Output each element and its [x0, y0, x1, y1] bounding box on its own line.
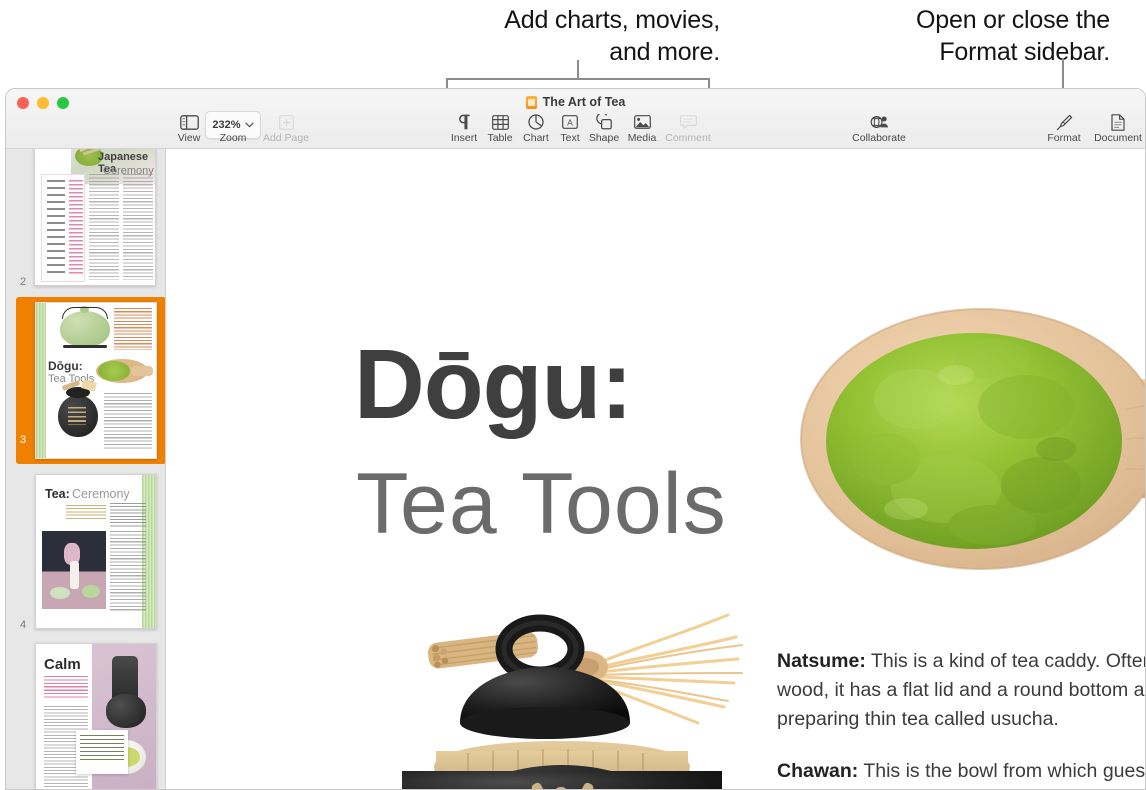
- speech-bubble-icon: [660, 111, 716, 133]
- callout-format-sidebar-line1: Open or close the: [916, 6, 1110, 34]
- toolbar-add-page-label: Add Page: [262, 132, 310, 144]
- pages-app-window: The Art of Tea View 232% Zoom Add Page I…: [5, 88, 1146, 790]
- zoom-value-pill: 232%: [205, 111, 261, 139]
- thumbnail-5-title: Calm: [44, 656, 81, 673]
- thumbnail-2-number: 2: [20, 276, 27, 288]
- toolbar-document-label: Document: [1094, 132, 1142, 144]
- thumbnail-page-3[interactable]: Dōgu: Tea Tools: [35, 302, 157, 459]
- paragraph-chawan-term: Chawan:: [777, 760, 859, 782]
- toolbar-comment-label: Comment: [665, 132, 711, 144]
- svg-text:A: A: [567, 118, 573, 128]
- toolbar-document-button[interactable]: Document: [1090, 111, 1145, 144]
- document-title-bar: The Art of Tea: [6, 95, 1145, 109]
- callout-add-charts-line1: Add charts, movies,: [504, 6, 720, 34]
- window-body: Japanese Tea Ceremony 2 Dōgu: Tea Tools …: [6, 149, 1145, 789]
- thumbnail-4-number: 4: [20, 619, 27, 631]
- toolbar-collaborate-label: Collaborate: [852, 132, 906, 144]
- document-page-icon: [1090, 111, 1145, 133]
- thumbnail-4-title: Tea:: [45, 487, 70, 501]
- toolbar-zoom-control[interactable]: 232% Zoom: [205, 111, 261, 144]
- toolbar-add-page-button[interactable]: Add Page: [258, 111, 314, 144]
- paintbrush-icon: [1036, 111, 1092, 133]
- pages-document-icon: [525, 95, 537, 109]
- toolbar-comment-button[interactable]: Comment: [660, 111, 716, 144]
- callout-add-charts-line2: and more.: [609, 38, 720, 66]
- thumbnail-3-number: 3: [20, 434, 27, 446]
- paragraph-natsume-term: Natsume:: [777, 650, 866, 672]
- toolbar-format-button[interactable]: Format: [1036, 111, 1092, 144]
- window-titlebar: The Art of Tea View 232% Zoom Add Page I…: [6, 89, 1145, 149]
- tea-caddy-image[interactable]: [398, 601, 758, 789]
- paragraph-chawan-text: This is the bowl from which guests drink…: [863, 760, 1145, 782]
- document-canvas[interactable]: Dōgu: Tea Tools Natsume: This is a kind …: [166, 149, 1145, 789]
- document-title: The Art of Tea: [542, 95, 626, 109]
- page-title-sub[interactable]: Tea Tools: [356, 459, 727, 549]
- thumbnail-5-quote-box: [76, 730, 128, 774]
- thumbnail-page-2[interactable]: Japanese Tea Ceremony: [34, 149, 156, 286]
- paragraph-natsume[interactable]: Natsume: This is a kind of tea caddy. Of…: [777, 647, 1145, 734]
- chevron-down-icon: [244, 122, 254, 128]
- paragraph-chawan[interactable]: Chawan: This is the bowl from which gues…: [777, 757, 1145, 786]
- thumbnail-3-title: Dōgu:: [48, 359, 83, 373]
- screenshot-root: Add charts, movies, and more. Open or cl…: [0, 0, 1146, 790]
- callout-add-charts: Add charts, movies, and more.: [300, 4, 720, 68]
- toolbar-format-label: Format: [1047, 132, 1081, 144]
- thumbnail-page-4[interactable]: Tea: Ceremony: [35, 474, 157, 629]
- thumbnail-4-subtitle: Ceremony: [72, 487, 130, 501]
- matcha-spoon-image[interactable]: [796, 299, 1145, 584]
- thumbnail-page-5[interactable]: Calm: [35, 643, 157, 789]
- page-thumbnail-sidebar[interactable]: Japanese Tea Ceremony 2 Dōgu: Tea Tools …: [6, 149, 166, 789]
- main-toolbar: View 232% Zoom Add Page Insert Table Cha…: [6, 111, 1145, 149]
- toolbar-collaborate-button[interactable]: Collaborate: [846, 111, 912, 144]
- page-title-main[interactable]: Dōgu:: [354, 335, 633, 433]
- collaborate-person-icon: [846, 111, 912, 133]
- plus-box-icon: [258, 111, 314, 133]
